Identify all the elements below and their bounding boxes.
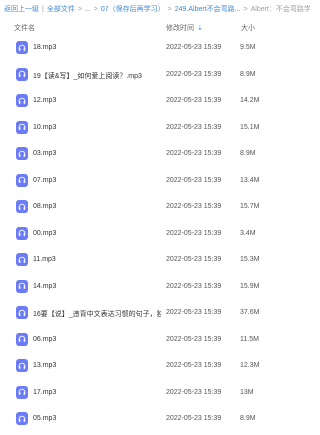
audio-file-icon xyxy=(16,226,28,240)
breadcrumb-separator: > xyxy=(93,5,98,13)
file-row[interactable]: 00.mp3 2022-05-23 15:39 3.4M xyxy=(0,222,310,249)
file-name[interactable]: 12.mp3 xyxy=(33,97,161,104)
file-modified-time: 2022-05-23 15:39 xyxy=(166,282,222,290)
file-name[interactable]: 14.mp3 xyxy=(33,283,161,290)
file-size: 11.5M xyxy=(240,335,259,343)
file-name[interactable]: 17.mp3 xyxy=(33,389,161,396)
file-modified-time: 2022-05-23 15:39 xyxy=(166,415,222,422)
file-modified-time: 2022-05-23 15:39 xyxy=(166,70,222,78)
audio-file-icon xyxy=(16,67,28,81)
file-name[interactable]: 19【读&写】_如何爱上阅读？.mp3 xyxy=(33,71,161,81)
sort-arrow-icon: ⇣ xyxy=(197,25,203,32)
breadcrumb-separator: > xyxy=(77,5,82,13)
breadcrumb-item-folder-249[interactable]: 249.Albert不会弯路... xyxy=(175,4,241,14)
column-header-modified-label: 修改时间 xyxy=(166,25,194,32)
file-size: 9.5M xyxy=(240,44,256,51)
file-name[interactable]: 07.mp3 xyxy=(33,177,161,184)
breadcrumb: 返回上一级 | 全部文件 > ... > 07（保存后再学习） > 249.Al… xyxy=(0,0,310,16)
audio-file-icon xyxy=(16,385,28,399)
file-size: 15.1M xyxy=(240,123,260,131)
file-size: 13.4M xyxy=(240,176,260,184)
file-modified-time: 2022-05-23 15:39 xyxy=(166,256,222,263)
audio-file-icon xyxy=(16,120,28,134)
file-row[interactable]: 17.mp3 2022-05-23 15:39 13M xyxy=(0,381,310,408)
file-name[interactable]: 11.mp3 xyxy=(33,256,161,263)
file-row[interactable]: 03.mp3 2022-05-23 15:39 8.9M xyxy=(0,142,310,169)
file-modified-time: 2022-05-23 15:39 xyxy=(166,97,222,104)
file-size: 37.6M xyxy=(240,309,260,316)
file-name[interactable]: 06.mp3 xyxy=(33,336,161,343)
audio-file-icon xyxy=(16,279,28,293)
file-modified-time: 2022-05-23 15:39 xyxy=(166,44,222,51)
file-modified-time: 2022-05-23 15:39 xyxy=(166,229,222,237)
file-modified-time: 2022-05-23 15:39 xyxy=(166,362,222,369)
file-row[interactable]: 06.mp3 2022-05-23 15:39 11.5M xyxy=(0,328,310,355)
file-size: 15.9M xyxy=(240,282,260,290)
column-header-modified[interactable]: 修改时间 ⇣ xyxy=(166,23,203,33)
file-row[interactable]: 05.mp3 2022-05-23 15:39 8.9M xyxy=(0,407,310,434)
breadcrumb-item-all-files[interactable]: 全部文件 xyxy=(47,4,75,14)
column-header-name[interactable]: 文件名 xyxy=(14,23,35,33)
breadcrumb-separator: > xyxy=(167,5,172,13)
audio-file-icon xyxy=(16,306,28,319)
file-row[interactable]: 12.mp3 2022-05-23 15:39 14.2M xyxy=(0,89,310,116)
file-modified-time: 2022-05-23 15:39 xyxy=(166,335,222,343)
file-size: 3.4M xyxy=(240,229,256,237)
file-modified-time: 2022-05-23 15:39 xyxy=(166,203,222,210)
file-modified-time: 2022-05-23 15:39 xyxy=(166,176,222,184)
file-name[interactable]: 13.mp3 xyxy=(33,362,161,369)
breadcrumb-back-link[interactable]: 返回上一级 xyxy=(4,4,39,14)
audio-file-icon xyxy=(16,94,28,107)
file-name[interactable]: 05.mp3 xyxy=(33,415,161,422)
audio-file-icon xyxy=(16,200,28,213)
breadcrumb-separator: > xyxy=(243,5,248,13)
file-row[interactable]: 16要【说】_违背中文表达习惯的句子，独... 2022-05-23 15:39 3… xyxy=(0,301,310,328)
file-name[interactable]: 03.mp3 xyxy=(33,150,161,157)
file-modified-time: 2022-05-23 15:39 xyxy=(166,388,222,396)
file-name[interactable]: 08.mp3 xyxy=(33,203,161,210)
file-size: 15.3M xyxy=(240,256,260,263)
audio-file-icon xyxy=(16,41,28,54)
file-name[interactable]: 00.mp3 xyxy=(33,230,161,237)
file-list: 18.mp3 2022-05-23 15:39 9.5M 19【读&写】_如何爱上阅读… xyxy=(0,36,310,434)
audio-file-icon xyxy=(16,332,28,346)
column-header-size[interactable]: 大小 xyxy=(241,23,255,33)
breadcrumb-current-folder: Albert：不会弯路学... xyxy=(250,6,310,13)
file-row[interactable]: 08.mp3 2022-05-23 15:39 15.7M xyxy=(0,195,310,222)
file-row[interactable]: 19【读&写】_如何爱上阅读？.mp3 2022-05-23 15:39 8.9M xyxy=(0,63,310,90)
file-size: 8.9M xyxy=(240,70,256,78)
file-list-header: 文件名 修改时间 ⇣ 大小 xyxy=(0,16,310,36)
file-size: 14.2M xyxy=(240,97,260,104)
file-row[interactable]: 18.mp3 2022-05-23 15:39 9.5M xyxy=(0,36,310,63)
breadcrumb-separator: | xyxy=(42,5,44,13)
file-name[interactable]: 18.mp3 xyxy=(33,44,161,51)
audio-file-icon xyxy=(16,147,28,160)
file-size: 15.7M xyxy=(240,203,260,210)
file-size: 8.9M xyxy=(240,415,256,422)
file-row[interactable]: 10.mp3 2022-05-23 15:39 15.1M xyxy=(0,116,310,143)
file-name[interactable]: 10.mp3 xyxy=(33,124,161,131)
audio-file-icon xyxy=(16,359,28,372)
file-row[interactable]: 07.mp3 2022-05-23 15:39 13.4M xyxy=(0,169,310,196)
audio-file-icon xyxy=(16,253,28,266)
file-size: 12.3M xyxy=(240,362,260,369)
audio-file-icon xyxy=(16,412,28,425)
file-name[interactable]: 16要【说】_违背中文表达习惯的句子，独... xyxy=(33,309,161,319)
file-row[interactable]: 14.mp3 2022-05-23 15:39 15.9M xyxy=(0,275,310,302)
file-modified-time: 2022-05-23 15:39 xyxy=(166,123,222,131)
audio-file-icon xyxy=(16,173,28,187)
file-modified-time: 2022-05-23 15:39 xyxy=(166,309,222,316)
breadcrumb-item-folder-07[interactable]: 07（保存后再学习） xyxy=(101,4,165,14)
file-size: 13M xyxy=(240,388,254,396)
file-row[interactable]: 11.mp3 2022-05-23 15:39 15.3M xyxy=(0,248,310,275)
file-row[interactable]: 13.mp3 2022-05-23 15:39 12.3M xyxy=(0,354,310,381)
file-modified-time: 2022-05-23 15:39 xyxy=(166,150,222,157)
file-size: 8.9M xyxy=(240,150,256,157)
